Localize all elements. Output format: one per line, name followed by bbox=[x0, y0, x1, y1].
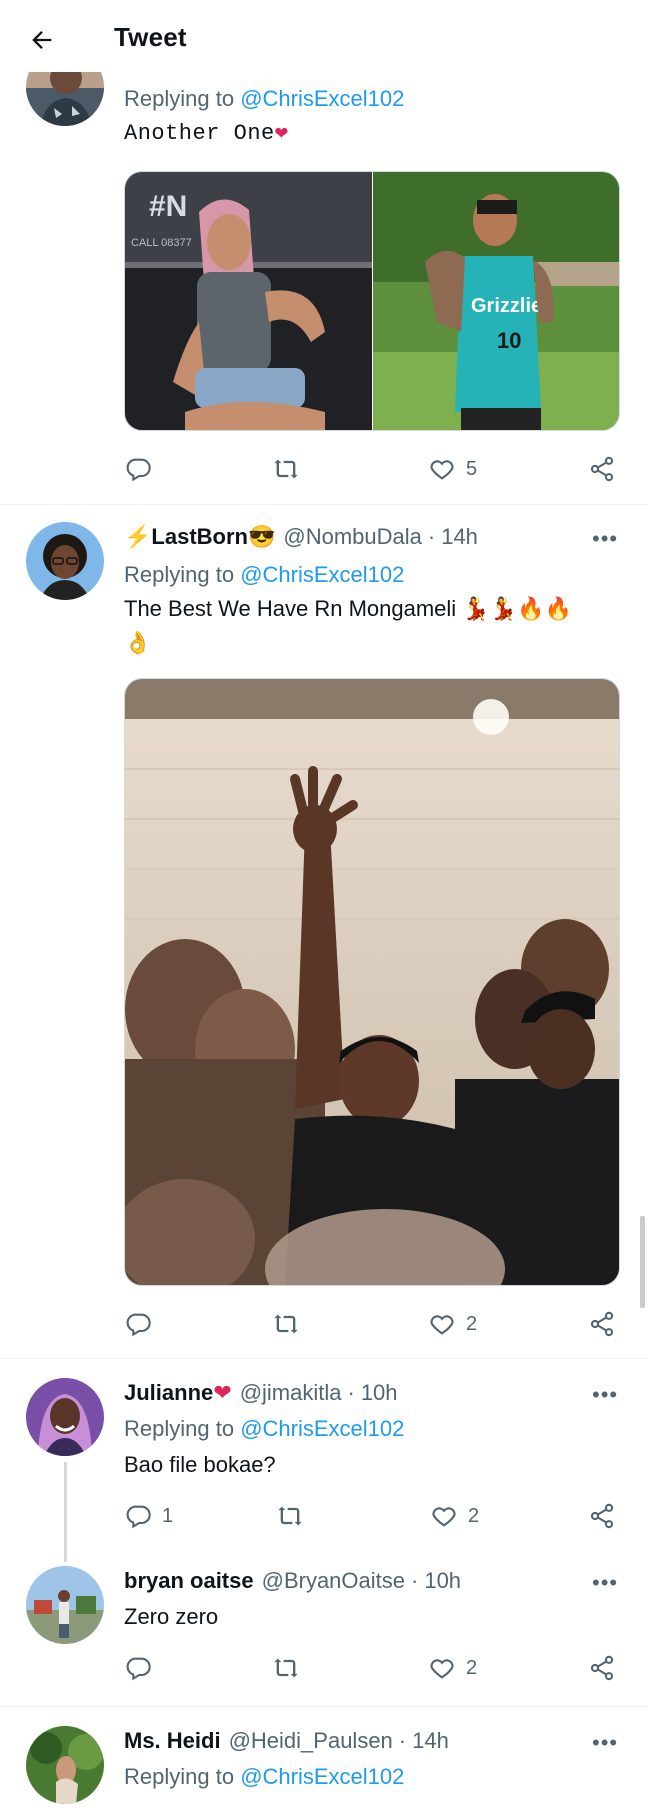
like-button[interactable]: 2 bbox=[428, 1310, 477, 1338]
back-button[interactable] bbox=[24, 22, 60, 58]
tweet-actions: 2 bbox=[124, 1310, 620, 1340]
reply-context: Replying to @ChrisExcel102 bbox=[124, 86, 405, 111]
like-button[interactable]: 2 bbox=[430, 1502, 479, 1530]
mention-link[interactable]: @ChrisExcel102 bbox=[240, 562, 404, 587]
lightning-emoji: ⚡ bbox=[124, 524, 152, 549]
reply-icon bbox=[126, 1657, 151, 1681]
share-icon bbox=[590, 456, 614, 482]
timestamp[interactable]: 10h bbox=[361, 1380, 398, 1406]
reply-icon bbox=[126, 1313, 151, 1337]
like-count: 2 bbox=[466, 1656, 478, 1679]
arrow-left-icon bbox=[32, 31, 52, 49]
display-name[interactable]: LastBorn bbox=[151, 524, 248, 550]
avatar[interactable] bbox=[26, 1726, 104, 1804]
svg-text:10: 10 bbox=[497, 328, 521, 353]
divider bbox=[0, 504, 648, 505]
tweet-text: Another One❤ bbox=[124, 121, 289, 146]
retweet-icon bbox=[278, 1506, 302, 1526]
retweet-icon bbox=[274, 1314, 298, 1334]
retweet-button[interactable] bbox=[272, 1654, 300, 1682]
share-icon bbox=[590, 1655, 614, 1681]
avatar[interactable] bbox=[26, 1566, 104, 1644]
reply-button[interactable] bbox=[124, 1654, 152, 1682]
more-options-icon[interactable]: ••• bbox=[592, 1382, 618, 1408]
tweet-media[interactable] bbox=[124, 678, 620, 1286]
retweet-button[interactable] bbox=[272, 1310, 300, 1338]
heart-icon bbox=[430, 1659, 454, 1679]
tweet-text: Bao file bokae? bbox=[124, 1452, 276, 1477]
heart-icon bbox=[432, 1507, 456, 1527]
like-count: 2 bbox=[468, 1504, 480, 1527]
user-handle[interactable]: @Heidi_Paulsen bbox=[229, 1728, 393, 1754]
timestamp[interactable]: 10h bbox=[424, 1568, 461, 1594]
avatar[interactable] bbox=[26, 1378, 104, 1456]
svg-text:#N: #N bbox=[149, 190, 187, 223]
display-name[interactable]: Ms. Heidi bbox=[124, 1728, 221, 1754]
reply-button[interactable]: 1 bbox=[124, 1502, 173, 1530]
heart-icon bbox=[430, 460, 454, 480]
more-options-icon[interactable]: ••• bbox=[592, 1570, 618, 1596]
more-options-icon[interactable]: ••• bbox=[592, 526, 618, 552]
reply-context: Replying to @ChrisExcel102 bbox=[124, 1416, 405, 1441]
heart-emoji: ❤ bbox=[274, 121, 289, 146]
divider bbox=[0, 1706, 648, 1707]
tweet-text-line2: 👌 bbox=[124, 630, 152, 655]
svg-text:CALL 08377: CALL 08377 bbox=[131, 237, 192, 249]
reply-icon bbox=[126, 458, 151, 482]
scrollbar[interactable] bbox=[640, 1216, 645, 1308]
mention-link[interactable]: @ChrisExcel102 bbox=[240, 1764, 404, 1789]
avatar[interactable] bbox=[26, 522, 104, 600]
heart-icon bbox=[430, 1315, 454, 1335]
share-icon bbox=[590, 1503, 614, 1529]
mention-link[interactable]: @ChrisExcel102 bbox=[240, 86, 404, 111]
reply-icon bbox=[126, 1505, 151, 1529]
reply-context: Replying to @ChrisExcel102 bbox=[124, 1764, 405, 1789]
tweet-header: Julianne ❤ @jimakitla · 10h bbox=[124, 1380, 398, 1406]
tweet-text: The Best We Have Rn Mongameli 💃💃🔥🔥 bbox=[124, 596, 572, 621]
user-handle[interactable]: @NombuDala bbox=[283, 524, 422, 550]
thread-connector bbox=[64, 1462, 67, 1562]
retweet-button[interactable] bbox=[276, 1502, 304, 1530]
reply-count: 1 bbox=[162, 1504, 174, 1527]
share-button[interactable] bbox=[588, 1654, 616, 1682]
tweet-header: Ms. Heidi @Heidi_Paulsen · 14h bbox=[124, 1728, 449, 1754]
like-button[interactable]: 2 bbox=[428, 1654, 477, 1682]
reply-button[interactable] bbox=[124, 1310, 152, 1338]
reply-button[interactable] bbox=[124, 455, 152, 483]
timestamp[interactable]: 14h bbox=[412, 1728, 449, 1754]
tweet-actions: 5 bbox=[124, 455, 620, 485]
divider bbox=[0, 1358, 648, 1359]
tweet-header: ⚡ LastBorn 😎 @NombuDala · 14h bbox=[124, 524, 478, 550]
retweet-button[interactable] bbox=[272, 455, 300, 483]
timestamp[interactable]: 14h bbox=[441, 524, 478, 550]
user-handle[interactable]: @jimakitla bbox=[240, 1380, 342, 1406]
heart-emoji: ❤ bbox=[213, 1380, 232, 1405]
retweet-icon bbox=[274, 1658, 298, 1678]
sunglasses-emoji: 😎 bbox=[247, 524, 276, 549]
tweet-header: bryan oaitse @BryanOaitse · 10h bbox=[124, 1568, 462, 1594]
page-title: Tweet bbox=[114, 22, 187, 52]
retweet-icon bbox=[274, 459, 298, 479]
tweet-actions: 2 bbox=[124, 1654, 620, 1684]
top-bar: Tweet bbox=[0, 0, 648, 72]
like-button[interactable]: 5 bbox=[428, 455, 477, 483]
tweet-text: Zero zero bbox=[124, 1604, 219, 1629]
share-button[interactable] bbox=[588, 1502, 616, 1530]
share-button[interactable] bbox=[588, 1310, 616, 1338]
share-icon bbox=[590, 1311, 614, 1337]
tweet-media[interactable]: #N CALL 08377 Grizzlies 10 bbox=[124, 171, 620, 431]
display-name[interactable]: Julianne bbox=[124, 1380, 213, 1406]
display-name[interactable]: bryan oaitse bbox=[124, 1568, 254, 1594]
mention-link[interactable]: @ChrisExcel102 bbox=[240, 1416, 404, 1441]
like-count: 2 bbox=[466, 1312, 478, 1335]
like-count: 5 bbox=[466, 457, 478, 480]
user-handle[interactable]: @BryanOaitse bbox=[262, 1568, 405, 1594]
tweet-actions: 1 2 bbox=[124, 1502, 620, 1532]
reply-context: Replying to @ChrisExcel102 bbox=[124, 562, 405, 587]
more-options-icon[interactable]: ••• bbox=[592, 1730, 618, 1756]
share-button[interactable] bbox=[588, 455, 616, 483]
